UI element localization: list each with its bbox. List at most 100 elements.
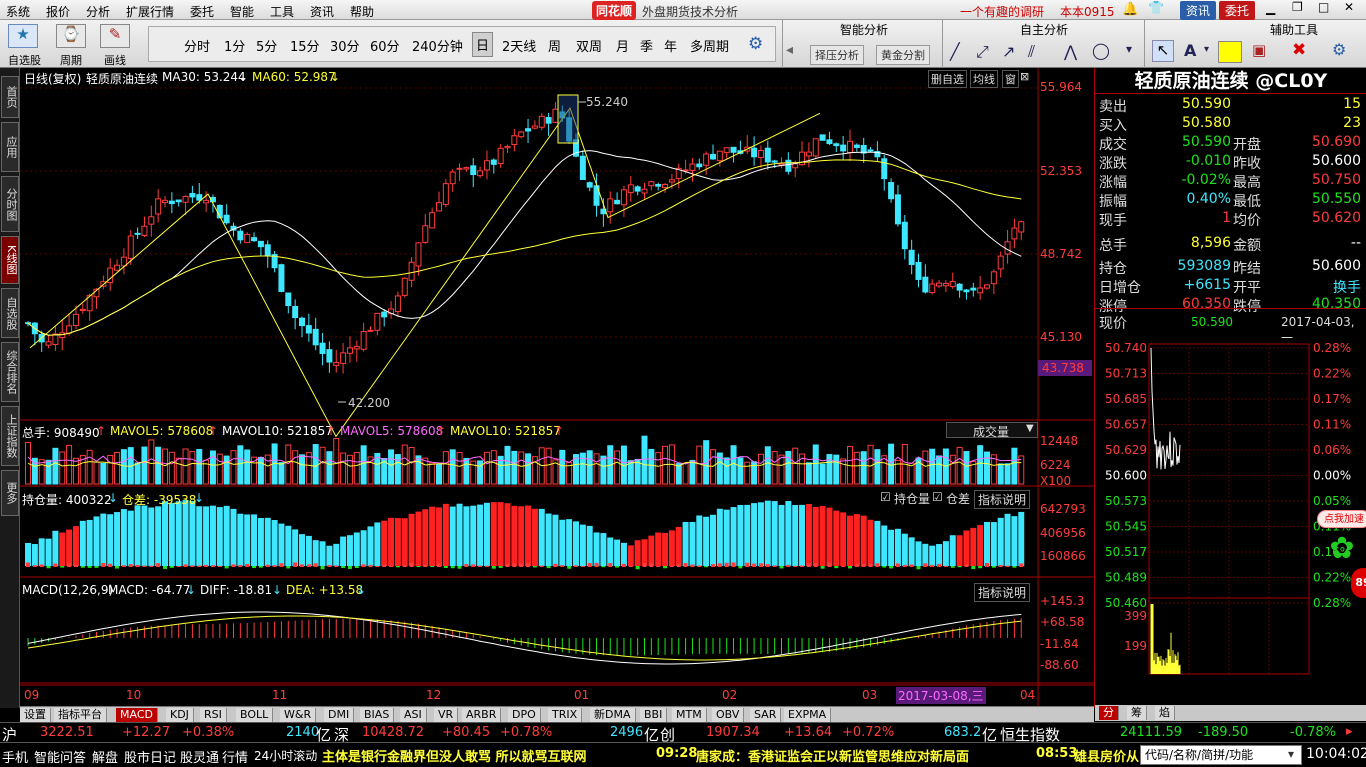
tab-home[interactable]: 首页 <box>1 76 19 118</box>
tab-fen[interactable]: 分 <box>1099 706 1119 720</box>
news-headline-3[interactable]: 雄县房价从 <box>1074 746 1140 765</box>
status-diary[interactable]: 股市日记 <box>124 747 176 766</box>
menu-system[interactable]: 系统 <box>6 3 30 20</box>
delete-favorite-button[interactable]: 删自选 <box>928 70 967 88</box>
news-headline-2[interactable]: 唐家成：香港证监会正以新监管思维应对新局面 <box>696 746 969 765</box>
tab-dpo[interactable]: DPO <box>508 708 541 722</box>
tab-dmi[interactable]: DMI <box>324 708 355 722</box>
zixun-button[interactable]: 资讯 <box>1180 1 1217 20</box>
tab-ranking[interactable]: 综合排名 <box>1 342 19 402</box>
window-button[interactable]: 窗 <box>1002 70 1019 88</box>
tab-newdma[interactable]: 新DMA <box>590 708 636 722</box>
text-dropdown-icon[interactable]: ▾ <box>1204 44 1209 55</box>
gold-split-button[interactable]: 黄金分割 <box>876 45 930 65</box>
tab-trix[interactable]: TRIX <box>548 708 583 722</box>
diff-checkbox[interactable]: ☑ <box>932 490 943 504</box>
period-quarter[interactable]: 季 <box>640 36 653 55</box>
tab-sar[interactable]: SAR <box>750 708 782 722</box>
tab-bias[interactable]: BIAS <box>360 708 395 722</box>
more-tool-icon[interactable]: ▾ <box>1126 42 1132 56</box>
status-jiepan[interactable]: 解盘 <box>92 747 118 766</box>
menu-tools[interactable]: 工具 <box>270 3 294 20</box>
chevron-down-icon[interactable]: ▼ <box>1026 423 1034 434</box>
status-qa[interactable]: 智能问答 <box>34 747 86 766</box>
oi-checkbox[interactable]: ☑ <box>880 490 891 504</box>
tab-chou[interactable]: 筹 <box>1127 706 1147 720</box>
tab-kline[interactable]: K线图 <box>1 236 19 284</box>
tab-expma[interactable]: EXPMA <box>784 708 832 722</box>
tab-rsi[interactable]: RSI <box>200 708 227 722</box>
bell-icon[interactable]: 🔔 <box>1122 2 1138 17</box>
macd-help-button[interactable]: 指标说明 <box>974 583 1031 602</box>
aux-settings-icon[interactable]: ⚙ <box>1332 40 1346 59</box>
weituo-button[interactable]: 委托 <box>1219 1 1256 20</box>
tab-sh-index[interactable]: 上证指数 <box>1 406 19 466</box>
menu-smart[interactable]: 智能 <box>230 3 254 20</box>
hs-right-arrow-icon[interactable]: ▸ <box>1346 724 1353 739</box>
line-tool-icon[interactable]: ╱ <box>950 42 960 61</box>
search-input[interactable]: 代码/名称/简拼/功能 <box>1140 745 1302 765</box>
tab-boll[interactable]: BOLL <box>236 708 274 722</box>
restore-icon[interactable]: ❐ <box>1292 0 1303 14</box>
menu-info[interactable]: 资讯 <box>310 3 334 20</box>
menu-analysis[interactable]: 分析 <box>86 3 110 20</box>
tab-indicator-platform[interactable]: 指标平台 <box>54 708 107 722</box>
oi-help-button[interactable]: 指标说明 <box>974 490 1031 509</box>
period-2day[interactable]: 2天线 <box>502 36 536 55</box>
period-fenshi[interactable]: 分时 <box>184 36 210 55</box>
favorite-stock-icon[interactable]: ★ <box>8 24 38 48</box>
period-week[interactable]: 周 <box>548 36 561 55</box>
status-quote[interactable]: 行情 <box>222 747 248 766</box>
delete-tool-icon[interactable]: ✖ <box>1292 40 1306 60</box>
prev-arrow-icon[interactable]: ◂ <box>786 42 793 58</box>
news-link[interactable]: 一个有趣的调研 <box>960 3 1044 20</box>
menu-entrust[interactable]: 委托 <box>190 3 214 20</box>
tab-bbi[interactable]: BBI <box>640 708 668 722</box>
wave-tool-icon[interactable]: ⋀ <box>1064 42 1077 61</box>
tab-wr[interactable]: W&R <box>280 708 317 722</box>
period-day[interactable]: 日 <box>472 32 494 57</box>
channel-tool-icon[interactable]: ⫽ <box>1028 42 1035 62</box>
tab-obv[interactable]: OBV <box>712 708 745 722</box>
period-30min[interactable]: 30分 <box>330 36 360 55</box>
news-headline-1[interactable]: 主体是银行金融界但没人敢骂 所以就骂互联网 <box>322 746 587 765</box>
segment-tool-icon[interactable]: ⤢ <box>976 42 989 62</box>
text-tool-icon[interactable]: A <box>1184 41 1196 60</box>
tab-macd[interactable]: MACD <box>116 708 158 722</box>
tab-intraday[interactable]: 分时图 <box>1 176 19 232</box>
tab-asi[interactable]: ASI <box>400 708 427 722</box>
period-month[interactable]: 月 <box>616 36 629 55</box>
speed-badge[interactable]: 89 <box>1351 568 1366 598</box>
draw-line-icon[interactable]: ✎ <box>100 24 130 48</box>
color-picker-icon[interactable] <box>1218 41 1242 63</box>
status-24h[interactable]: 24小时滚动 <box>254 747 317 764</box>
ma-button[interactable]: 均线 <box>970 70 998 88</box>
settings-gear-icon[interactable]: ⚙ <box>748 34 763 54</box>
tab-settings[interactable]: 设置 <box>20 708 51 722</box>
mark-tool-icon[interactable]: ▣ <box>1252 41 1266 59</box>
period-1min[interactable]: 1分 <box>224 36 245 55</box>
period-biweek[interactable]: 双周 <box>576 36 602 55</box>
tab-yan[interactable]: 焰 <box>1155 706 1175 720</box>
tab-vr[interactable]: VR <box>434 708 459 722</box>
menu-quote[interactable]: 报价 <box>46 3 70 20</box>
minimize-icon[interactable]: ▁ <box>1266 1 1275 15</box>
maximize-icon[interactable]: □ <box>1318 0 1329 14</box>
period-icon[interactable]: ⌚ <box>56 24 86 48</box>
kline-chart-area[interactable] <box>20 68 1094 706</box>
circle-tool-icon[interactable]: ◯ <box>1092 41 1110 60</box>
close-icon[interactable]: ✕ <box>1344 0 1354 14</box>
period-15min[interactable]: 15分 <box>290 36 320 55</box>
tab-arbr[interactable]: ARBR <box>462 708 502 722</box>
tab-more[interactable]: 更多 <box>1 470 19 516</box>
window-close-icon[interactable]: ⊠ <box>1020 70 1029 83</box>
period-240min[interactable]: 240分钟 <box>412 36 463 55</box>
tab-mtm[interactable]: MTM <box>672 708 707 722</box>
user-name[interactable]: 本本0915 <box>1060 3 1115 20</box>
period-multi[interactable]: 多周期 <box>690 36 729 55</box>
search-dropdown-icon[interactable]: ▾ <box>1288 747 1294 761</box>
cursor-tool-icon[interactable]: ↖ <box>1152 40 1174 62</box>
shirt-icon[interactable]: 👕 <box>1148 1 1164 16</box>
menu-help[interactable]: 帮助 <box>350 3 374 20</box>
period-5min[interactable]: 5分 <box>256 36 277 55</box>
